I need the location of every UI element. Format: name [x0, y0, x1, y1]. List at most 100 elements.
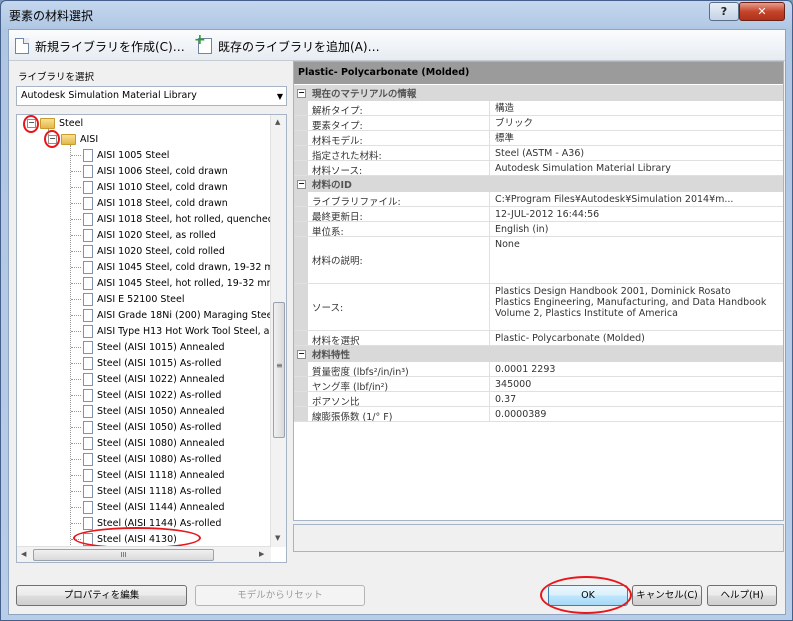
tree-item-material[interactable]: AISI 1020 Steel, as rolled — [83, 227, 216, 243]
tree-item-material[interactable]: AISI Type H13 Hot Work Tool Steel, ai — [83, 323, 272, 339]
row-gutter — [294, 116, 308, 130]
material-file-icon — [83, 484, 93, 498]
tree-item-material[interactable]: Steel (AISI 1015) As-rolled — [83, 355, 221, 371]
property-row[interactable]: 線膨張係数 (1/° F) 0.0000389 — [294, 407, 783, 423]
collapse-icon[interactable]: − — [297, 88, 306, 98]
property-row[interactable]: 最終更新日: 12-JUL-2012 16:44:56 — [294, 207, 783, 223]
tree-item-material[interactable]: AISI E 52100 Steel — [83, 291, 185, 307]
tree-item-material[interactable]: Steel (AISI 1118) As-rolled — [83, 483, 221, 499]
tree-item-material[interactable]: Steel (AISI 1080) Annealed — [83, 435, 225, 451]
tree-item-material[interactable]: AISI Grade 18Ni (200) Maraging Steel, — [83, 307, 278, 323]
tree-item-material[interactable]: AISI 1005 Steel — [83, 147, 169, 163]
property-value: C:¥Program Files¥Autodesk¥Simulation 201… — [495, 194, 734, 205]
material-file-icon — [83, 356, 93, 370]
row-gutter — [294, 101, 308, 115]
tree-item-material[interactable]: Steel (AISI 1022) As-rolled — [83, 387, 221, 403]
tree-connector — [71, 171, 81, 172]
property-row[interactable]: 単位系: English (in) — [294, 222, 783, 238]
scroll-right-icon[interactable]: ▶ — [259, 550, 264, 558]
property-row[interactable]: ライブラリファイル: C:¥Program Files¥Autodesk¥Simu… — [294, 192, 783, 208]
tree-item-label: Steel (AISI 1015) Annealed — [97, 341, 225, 353]
property-row[interactable]: 材料モデル: 標準 — [294, 131, 783, 147]
tree-item-material[interactable]: Steel (AISI 1022) Annealed — [83, 371, 225, 387]
property-value: ブリック — [495, 118, 534, 129]
new-library-button[interactable]: 新規ライブラリを作成(C)… — [15, 37, 185, 55]
property-value: 0.0001 2293 — [495, 364, 556, 375]
tree-item-label: AISI 1020 Steel, cold rolled — [97, 245, 225, 257]
property-value: Steel (ASTM - A36) — [495, 148, 585, 159]
property-key: ライブラリファイル: — [310, 192, 490, 208]
edit-properties-button[interactable]: プロパティを編集 — [16, 585, 187, 606]
tree-item-material[interactable]: AISI 1020 Steel, cold rolled — [83, 243, 225, 259]
property-row[interactable]: ヤング率 (lbf/in²) 345000 — [294, 377, 783, 393]
tree-item-material[interactable]: Steel (AISI 1144) Annealed — [83, 499, 225, 515]
add-document-icon — [194, 32, 212, 54]
horizontal-scroll-thumb[interactable]: III — [33, 549, 214, 561]
title-bar[interactable]: 要素の材料選択 ? ✕ — [1, 1, 792, 29]
tree-item-material[interactable]: AISI 1018 Steel, cold drawn — [83, 195, 228, 211]
collapse-icon[interactable]: − — [297, 349, 306, 359]
tree-item-label: AISI Type H13 Hot Work Tool Steel, ai — [97, 325, 273, 337]
property-category[interactable]: − 材料のID — [294, 176, 783, 192]
aisi-expander-highlight — [44, 130, 60, 148]
collapse-icon[interactable]: − — [297, 179, 306, 189]
tree-item-material[interactable]: Steel (AISI 1080) As-rolled — [83, 451, 221, 467]
tree-item-material[interactable]: AISI 1045 Steel, cold drawn, 19-32 m — [83, 259, 274, 275]
property-value: Plastic- Polycarbonate (Molded) — [495, 333, 645, 344]
row-gutter — [294, 146, 308, 160]
material-file-icon — [83, 164, 93, 178]
cancel-button[interactable]: キャンセル(C) — [632, 585, 702, 606]
tree-item-material[interactable]: AISI 1006 Steel, cold drawn — [83, 163, 228, 179]
property-row[interactable]: 解析タイプ: 構造 — [294, 101, 783, 117]
property-row[interactable]: 指定された材料: Steel (ASTM - A36) — [294, 146, 783, 162]
tree-connector — [71, 203, 81, 204]
library-select-label: ライブラリを選択 — [18, 72, 95, 83]
property-key: ソース: — [310, 284, 490, 330]
tree-item-material[interactable]: Steel (AISI 1050) Annealed — [83, 403, 225, 419]
property-key: 線膨張係数 (1/° F) — [310, 407, 490, 423]
property-row[interactable]: 材料の説明: None — [294, 237, 783, 284]
tree-connector — [71, 283, 81, 284]
property-row[interactable]: 材料を選択 Plastic- Polycarbonate (Molded) — [294, 331, 783, 347]
tree-horizontal-scrollbar[interactable]: ◀ III ▶ — [17, 546, 271, 562]
tree-item-label: Steel (AISI 1015) As-rolled — [97, 357, 222, 369]
scroll-up-icon[interactable]: ▲ — [275, 118, 280, 126]
property-row[interactable]: 質量密度 (lbfs²/in/in³) 0.0001 2293 — [294, 362, 783, 378]
property-key: 材料の説明: — [310, 237, 490, 283]
vertical-scroll-thumb[interactable]: ≡ — [273, 302, 285, 438]
material-file-icon — [83, 468, 93, 482]
tree-item-material[interactable]: Steel (AISI 1118) Annealed — [83, 467, 225, 483]
property-category[interactable]: − 現在のマテリアルの情報 — [294, 85, 783, 101]
property-key: 指定された材料: — [310, 146, 490, 162]
tree-item-material[interactable]: Steel (AISI 1015) Annealed — [83, 339, 225, 355]
tree-item-material[interactable]: Steel (AISI 1050) As-rolled — [83, 419, 221, 435]
scroll-down-icon[interactable]: ▼ — [275, 534, 280, 542]
scroll-left-icon[interactable]: ◀ — [21, 550, 26, 558]
row-gutter — [294, 362, 308, 376]
material-file-icon — [83, 292, 93, 306]
tree-connector — [71, 347, 81, 348]
property-row[interactable]: ポアソン比 0.37 — [294, 392, 783, 408]
tree-vertical-scrollbar[interactable]: ▲ ≡ ▼ — [270, 115, 286, 547]
property-value: 0.0000389 — [495, 409, 547, 420]
library-dropdown[interactable]: Autodesk Simulation Material Library ▼ — [16, 86, 287, 106]
tree-item-material[interactable]: AISI 1018 Steel, hot rolled, quenched — [83, 211, 274, 227]
tree-item-material[interactable]: AISI 1045 Steel, hot rolled, 19-32 mm — [83, 275, 276, 291]
property-key: 材料を選択 — [310, 331, 490, 347]
row-gutter — [294, 392, 308, 406]
new-library-label: 新規ライブラリを作成(C)… — [35, 39, 185, 54]
row-gutter — [294, 377, 308, 391]
add-library-button[interactable]: 既存のライブラリを追加(A)… — [194, 32, 380, 55]
property-row[interactable]: 材料ソース: Autodesk Simulation Material Libra… — [294, 161, 783, 177]
property-row[interactable]: ソース: Plastics Design Handbook 2001, Domin… — [294, 284, 783, 331]
tree-connector — [71, 331, 81, 332]
reset-from-model-button[interactable]: モデルからリセット — [195, 585, 365, 606]
close-icon[interactable]: ✕ — [739, 2, 785, 21]
tree-item-label: Steel (AISI 1050) Annealed — [97, 405, 225, 417]
property-row[interactable]: 要素タイプ: ブリック — [294, 116, 783, 132]
help-icon[interactable]: ? — [709, 2, 739, 21]
tree-item-label: Steel (AISI 1080) Annealed — [97, 437, 225, 449]
property-category[interactable]: − 材料特性 — [294, 346, 783, 362]
tree-item-material[interactable]: AISI 1010 Steel, cold drawn — [83, 179, 228, 195]
help-button[interactable]: ヘルプ(H) — [707, 585, 777, 606]
